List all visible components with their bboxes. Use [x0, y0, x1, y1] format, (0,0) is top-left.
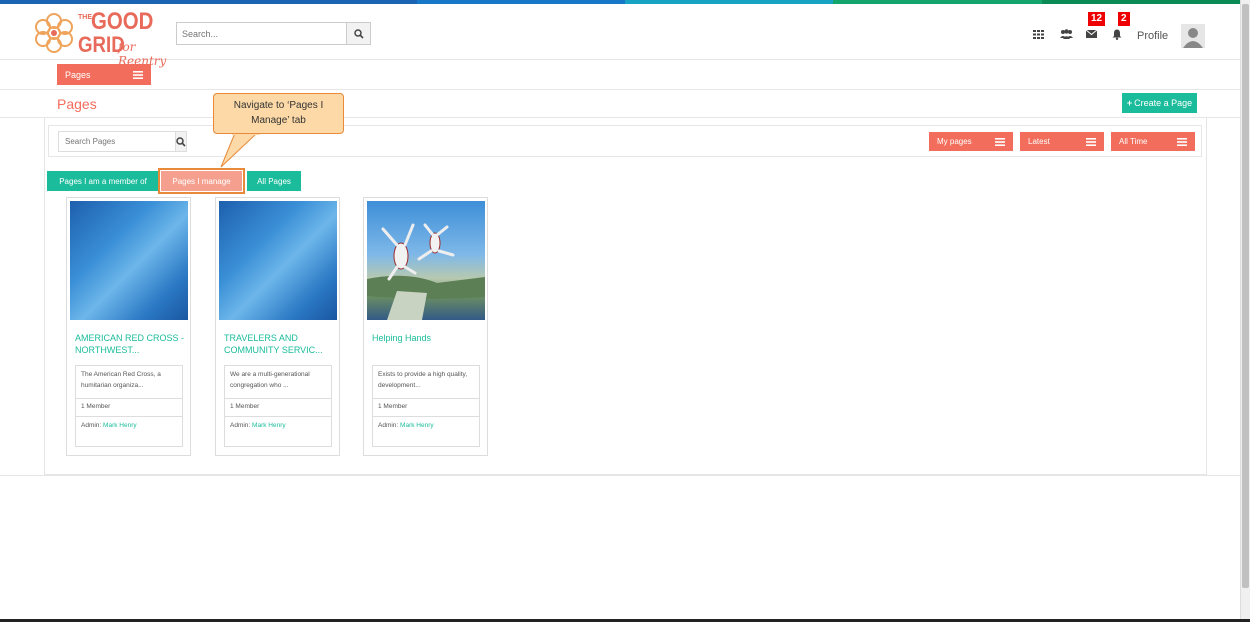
avatar[interactable] — [1181, 24, 1205, 48]
sort-latest-filter-label: Latest — [1028, 137, 1050, 146]
page-card-members: 1 Member — [76, 399, 182, 417]
plus-icon: + — [1126, 98, 1133, 108]
page-card-description: Exists to provide a high quality, develo… — [373, 366, 479, 399]
menu-lines-icon — [1086, 137, 1096, 146]
admin-label: Admin: — [81, 422, 102, 429]
tab-all-pages[interactable]: All Pages — [247, 171, 301, 191]
page-card[interactable]: AMERICAN RED CROSS - NORTHWEST... The Am… — [66, 197, 191, 456]
page-title: Pages — [57, 96, 97, 112]
search-icon — [176, 136, 186, 147]
sort-latest-filter[interactable]: Latest — [1020, 132, 1104, 151]
create-page-label: Create a Page — [1134, 98, 1193, 108]
page-card-members: 1 Member — [225, 399, 331, 417]
users-icon — [1059, 29, 1073, 39]
groups-button[interactable] — [1058, 26, 1074, 42]
page-card-image[interactable] — [367, 201, 485, 320]
time-range-filter-label: All Time — [1119, 137, 1148, 146]
page-search-input[interactable] — [59, 132, 175, 151]
logo-good-text: GOOD — [91, 8, 154, 35]
page-scrollbar[interactable] — [1240, 0, 1250, 622]
pages-dropdown[interactable]: Pages — [57, 64, 151, 85]
notifications-count-badge: 2 — [1118, 12, 1130, 26]
page-card-title[interactable]: AMERICAN RED CROSS - NORTHWEST... — [75, 332, 185, 356]
sub-navigation-bar: Pages — [0, 60, 1240, 90]
page-card-members: 1 Member — [373, 399, 479, 417]
page-card-admin: Admin: Mark Henry — [76, 417, 182, 434]
page-card-title[interactable]: TRAVELERS AND COMMUNITY SERVIC... — [224, 332, 334, 356]
page-card-admin: Admin: Mark Henry — [373, 417, 479, 434]
logo-the-text: THE — [78, 14, 92, 21]
admin-label: Admin: — [378, 422, 399, 429]
admin-name-link[interactable]: Mark Henry — [103, 422, 137, 429]
page-card-image[interactable] — [70, 201, 188, 320]
top-header: THE GOOD GRID for Reentry 12 2 Profile — [0, 4, 1240, 68]
page-search — [58, 131, 187, 152]
global-search-button[interactable] — [346, 23, 370, 44]
admin-label: Admin: — [230, 422, 251, 429]
envelope-icon — [1085, 30, 1097, 38]
bell-icon — [1112, 29, 1122, 40]
page-card-info: We are a multi-generational congregation… — [224, 365, 332, 447]
user-avatar-icon — [1181, 24, 1205, 48]
page-title-bar: Pages + Create a Page — [0, 90, 1240, 118]
tab-pages-member[interactable]: Pages I am a member of — [47, 171, 159, 191]
menu-lines-icon — [133, 70, 143, 79]
apps-grid-icon — [1032, 29, 1044, 39]
notifications-button[interactable] — [1110, 26, 1124, 42]
profile-link[interactable]: Profile — [1137, 30, 1168, 42]
page-card-info: The American Red Cross, a humitarian org… — [75, 365, 183, 447]
page-card-info: Exists to provide a high quality, develo… — [372, 365, 480, 447]
menu-lines-icon — [995, 137, 1005, 146]
content-divider — [0, 475, 1240, 476]
global-search-input[interactable] — [177, 23, 346, 44]
site-logo[interactable]: THE GOOD GRID for Reentry — [32, 8, 172, 68]
page-card[interactable]: Helping Hands Exists to provide a high q… — [363, 197, 488, 456]
create-page-button[interactable]: + Create a Page — [1122, 93, 1197, 113]
scrollbar-thumb[interactable] — [1242, 4, 1249, 588]
page-card-title[interactable]: Helping Hands — [372, 332, 482, 344]
admin-name-link[interactable]: Mark Henry — [252, 422, 286, 429]
skydivers-image — [367, 223, 485, 320]
time-range-filter[interactable]: All Time — [1111, 132, 1195, 151]
page-card-admin: Admin: Mark Henry — [225, 417, 331, 434]
menu-lines-icon — [1177, 137, 1187, 146]
instruction-callout: Navigate to ‘Pages I Manage’ tab — [213, 93, 344, 134]
apps-grid-button[interactable] — [1031, 26, 1045, 42]
page-card-description: The American Red Cross, a humitarian org… — [76, 366, 182, 399]
messages-button[interactable] — [1084, 26, 1098, 42]
search-icon — [353, 28, 364, 39]
flower-logo-icon — [35, 13, 73, 53]
page-card-image[interactable] — [219, 201, 337, 320]
page-search-button[interactable] — [175, 132, 186, 151]
messages-count-badge: 12 — [1088, 12, 1106, 26]
admin-name-link[interactable]: Mark Henry — [400, 422, 434, 429]
page-card[interactable]: TRAVELERS AND COMMUNITY SERVIC... We are… — [215, 197, 340, 456]
global-search — [176, 22, 371, 45]
my-pages-filter-label: My pages — [937, 137, 972, 146]
tab-pages-manage[interactable]: Pages I manage — [158, 168, 245, 194]
my-pages-filter[interactable]: My pages — [929, 132, 1013, 151]
page-card-description: We are a multi-generational congregation… — [225, 366, 331, 399]
pages-dropdown-label: Pages — [65, 69, 91, 80]
